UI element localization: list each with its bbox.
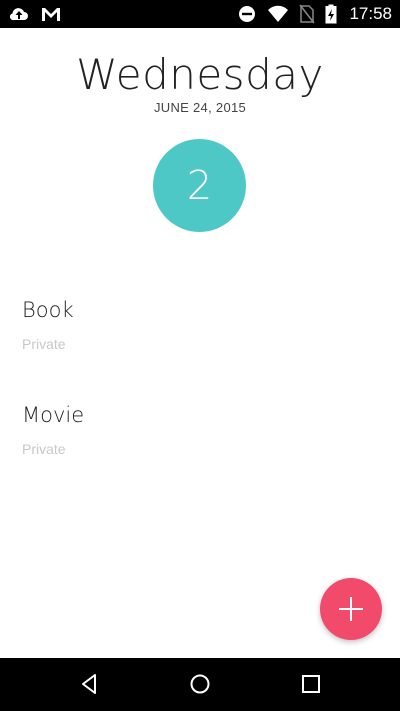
recents-icon[interactable] xyxy=(298,671,324,697)
no-sim-icon xyxy=(299,4,316,24)
day-title: Wednesday xyxy=(76,50,324,99)
date-subtitle: JUNE 24, 2015 xyxy=(153,100,247,115)
status-bar: 17:58 xyxy=(0,0,400,28)
day-view: Wednesday JUNE 24, 2015 2 Book Private M… xyxy=(0,28,400,658)
add-button[interactable] xyxy=(320,578,382,640)
item-subtitle: Private xyxy=(22,336,66,352)
plus-icon xyxy=(338,596,364,622)
event-count-badge: 2 xyxy=(153,139,246,232)
gmail-icon xyxy=(40,4,62,24)
navigation-bar xyxy=(0,658,400,711)
home-icon[interactable] xyxy=(187,671,213,697)
wifi-icon xyxy=(267,4,289,24)
item-subtitle: Private xyxy=(22,441,66,457)
list-item[interactable]: Book Private xyxy=(22,298,74,352)
list-item[interactable]: Movie Private xyxy=(22,403,84,457)
back-icon[interactable] xyxy=(77,671,103,697)
status-time: 17:58 xyxy=(349,4,392,23)
do-not-disturb-icon xyxy=(237,4,257,24)
item-title: Movie xyxy=(22,403,85,427)
cloud-upload-icon xyxy=(8,4,30,24)
battery-charging-icon xyxy=(325,4,337,24)
item-title: Book xyxy=(22,298,74,322)
